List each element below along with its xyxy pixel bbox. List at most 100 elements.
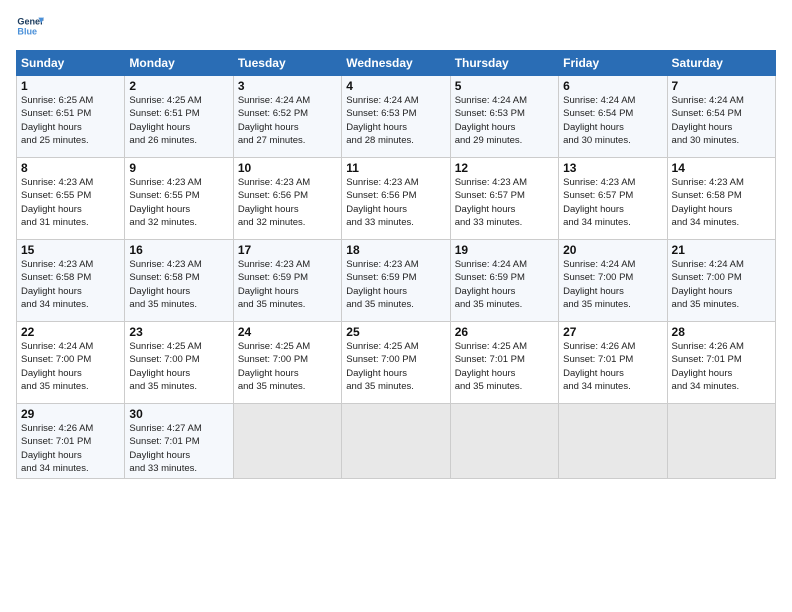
day-number: 27 [563, 325, 662, 339]
calendar-cell: 24Sunrise: 4:25 AMSunset: 7:00 PMDayligh… [233, 322, 341, 404]
calendar-cell: 16Sunrise: 4:23 AMSunset: 6:58 PMDayligh… [125, 240, 233, 322]
calendar-cell [342, 404, 450, 479]
page-header: General Blue [16, 12, 776, 40]
weekday-header-row: SundayMondayTuesdayWednesdayThursdayFrid… [17, 51, 776, 76]
calendar-cell: 11Sunrise: 4:23 AMSunset: 6:56 PMDayligh… [342, 158, 450, 240]
day-number: 7 [672, 79, 771, 93]
day-info: Sunrise: 4:25 AMSunset: 7:00 PMDaylight … [346, 340, 445, 393]
calendar-cell: 18Sunrise: 4:23 AMSunset: 6:59 PMDayligh… [342, 240, 450, 322]
day-number: 29 [21, 407, 120, 421]
day-number: 15 [21, 243, 120, 257]
weekday-header-saturday: Saturday [667, 51, 775, 76]
calendar-cell: 7Sunrise: 4:24 AMSunset: 6:54 PMDaylight… [667, 76, 775, 158]
day-number: 17 [238, 243, 337, 257]
day-number: 3 [238, 79, 337, 93]
day-info: Sunrise: 4:24 AMSunset: 7:00 PMDaylight … [21, 340, 120, 393]
svg-text:Blue: Blue [17, 26, 37, 36]
calendar-cell: 28Sunrise: 4:26 AMSunset: 7:01 PMDayligh… [667, 322, 775, 404]
day-number: 8 [21, 161, 120, 175]
calendar-cell: 6Sunrise: 4:24 AMSunset: 6:54 PMDaylight… [559, 76, 667, 158]
day-info: Sunrise: 4:23 AMSunset: 6:56 PMDaylight … [238, 176, 337, 229]
day-info: Sunrise: 4:24 AMSunset: 6:53 PMDaylight … [346, 94, 445, 147]
day-number: 28 [672, 325, 771, 339]
weekday-header-sunday: Sunday [17, 51, 125, 76]
calendar-cell: 5Sunrise: 4:24 AMSunset: 6:53 PMDaylight… [450, 76, 558, 158]
weekday-header-monday: Monday [125, 51, 233, 76]
calendar-cell: 10Sunrise: 4:23 AMSunset: 6:56 PMDayligh… [233, 158, 341, 240]
day-info: Sunrise: 4:25 AMSunset: 6:51 PMDaylight … [129, 94, 228, 147]
calendar-cell: 25Sunrise: 4:25 AMSunset: 7:00 PMDayligh… [342, 322, 450, 404]
calendar-cell: 3Sunrise: 4:24 AMSunset: 6:52 PMDaylight… [233, 76, 341, 158]
day-info: Sunrise: 4:24 AMSunset: 6:52 PMDaylight … [238, 94, 337, 147]
day-number: 24 [238, 325, 337, 339]
week-row-5: 29Sunrise: 4:26 AMSunset: 7:01 PMDayligh… [17, 404, 776, 479]
calendar-cell: 1Sunrise: 6:25 AMSunset: 6:51 PMDaylight… [17, 76, 125, 158]
day-number: 20 [563, 243, 662, 257]
day-number: 25 [346, 325, 445, 339]
day-info: Sunrise: 4:25 AMSunset: 7:00 PMDaylight … [129, 340, 228, 393]
calendar-cell: 20Sunrise: 4:24 AMSunset: 7:00 PMDayligh… [559, 240, 667, 322]
calendar-cell: 4Sunrise: 4:24 AMSunset: 6:53 PMDaylight… [342, 76, 450, 158]
calendar-cell [667, 404, 775, 479]
logo-icon: General Blue [16, 12, 44, 40]
day-number: 11 [346, 161, 445, 175]
calendar-cell: 15Sunrise: 4:23 AMSunset: 6:58 PMDayligh… [17, 240, 125, 322]
day-number: 26 [455, 325, 554, 339]
day-number: 16 [129, 243, 228, 257]
calendar-cell: 26Sunrise: 4:25 AMSunset: 7:01 PMDayligh… [450, 322, 558, 404]
day-info: Sunrise: 4:23 AMSunset: 6:57 PMDaylight … [563, 176, 662, 229]
day-info: Sunrise: 4:26 AMSunset: 7:01 PMDaylight … [21, 422, 120, 475]
day-number: 6 [563, 79, 662, 93]
weekday-header-tuesday: Tuesday [233, 51, 341, 76]
calendar-cell: 19Sunrise: 4:24 AMSunset: 6:59 PMDayligh… [450, 240, 558, 322]
day-number: 10 [238, 161, 337, 175]
day-info: Sunrise: 4:25 AMSunset: 7:01 PMDaylight … [455, 340, 554, 393]
day-info: Sunrise: 4:24 AMSunset: 6:54 PMDaylight … [563, 94, 662, 147]
calendar-table: SundayMondayTuesdayWednesdayThursdayFrid… [16, 50, 776, 479]
day-info: Sunrise: 4:23 AMSunset: 6:58 PMDaylight … [129, 258, 228, 311]
day-number: 9 [129, 161, 228, 175]
day-number: 14 [672, 161, 771, 175]
weekday-header-wednesday: Wednesday [342, 51, 450, 76]
day-number: 18 [346, 243, 445, 257]
day-number: 12 [455, 161, 554, 175]
day-number: 21 [672, 243, 771, 257]
day-info: Sunrise: 4:23 AMSunset: 6:58 PMDaylight … [21, 258, 120, 311]
calendar-cell: 23Sunrise: 4:25 AMSunset: 7:00 PMDayligh… [125, 322, 233, 404]
day-number: 19 [455, 243, 554, 257]
day-info: Sunrise: 4:26 AMSunset: 7:01 PMDaylight … [672, 340, 771, 393]
day-info: Sunrise: 4:23 AMSunset: 6:59 PMDaylight … [238, 258, 337, 311]
calendar-cell: 9Sunrise: 4:23 AMSunset: 6:55 PMDaylight… [125, 158, 233, 240]
week-row-2: 8Sunrise: 4:23 AMSunset: 6:55 PMDaylight… [17, 158, 776, 240]
day-info: Sunrise: 4:23 AMSunset: 6:58 PMDaylight … [672, 176, 771, 229]
day-number: 30 [129, 407, 228, 421]
calendar-cell [559, 404, 667, 479]
calendar-cell [233, 404, 341, 479]
calendar-cell: 12Sunrise: 4:23 AMSunset: 6:57 PMDayligh… [450, 158, 558, 240]
day-number: 13 [563, 161, 662, 175]
week-row-4: 22Sunrise: 4:24 AMSunset: 7:00 PMDayligh… [17, 322, 776, 404]
day-info: Sunrise: 4:23 AMSunset: 6:56 PMDaylight … [346, 176, 445, 229]
day-number: 1 [21, 79, 120, 93]
day-number: 5 [455, 79, 554, 93]
calendar-cell: 14Sunrise: 4:23 AMSunset: 6:58 PMDayligh… [667, 158, 775, 240]
weekday-header-thursday: Thursday [450, 51, 558, 76]
calendar-cell: 29Sunrise: 4:26 AMSunset: 7:01 PMDayligh… [17, 404, 125, 479]
day-info: Sunrise: 4:27 AMSunset: 7:01 PMDaylight … [129, 422, 228, 475]
day-info: Sunrise: 4:24 AMSunset: 7:00 PMDaylight … [563, 258, 662, 311]
day-info: Sunrise: 4:23 AMSunset: 6:59 PMDaylight … [346, 258, 445, 311]
calendar-cell: 17Sunrise: 4:23 AMSunset: 6:59 PMDayligh… [233, 240, 341, 322]
weekday-header-friday: Friday [559, 51, 667, 76]
day-number: 4 [346, 79, 445, 93]
day-number: 2 [129, 79, 228, 93]
week-row-1: 1Sunrise: 6:25 AMSunset: 6:51 PMDaylight… [17, 76, 776, 158]
day-info: Sunrise: 4:24 AMSunset: 6:54 PMDaylight … [672, 94, 771, 147]
calendar-cell: 13Sunrise: 4:23 AMSunset: 6:57 PMDayligh… [559, 158, 667, 240]
day-info: Sunrise: 4:24 AMSunset: 6:53 PMDaylight … [455, 94, 554, 147]
day-info: Sunrise: 4:26 AMSunset: 7:01 PMDaylight … [563, 340, 662, 393]
logo: General Blue [16, 12, 44, 40]
calendar-cell [450, 404, 558, 479]
day-number: 23 [129, 325, 228, 339]
calendar-cell: 8Sunrise: 4:23 AMSunset: 6:55 PMDaylight… [17, 158, 125, 240]
week-row-3: 15Sunrise: 4:23 AMSunset: 6:58 PMDayligh… [17, 240, 776, 322]
